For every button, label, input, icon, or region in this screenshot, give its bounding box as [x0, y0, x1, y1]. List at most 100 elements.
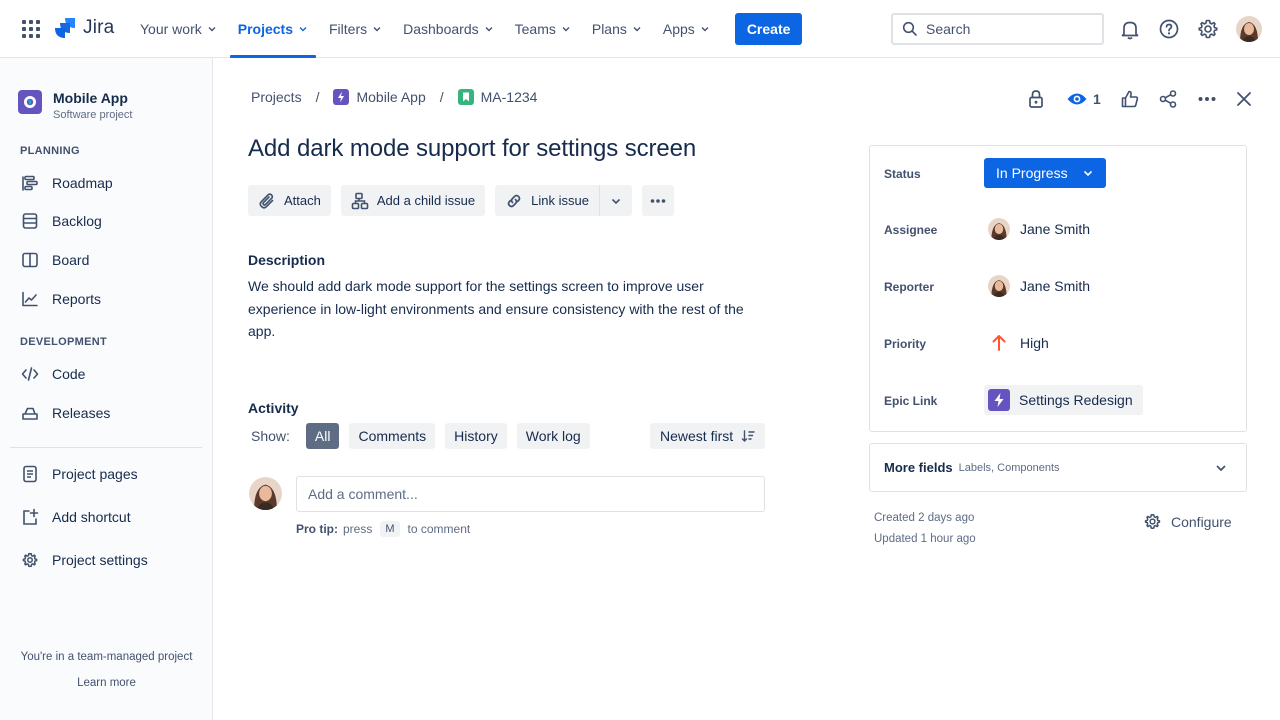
sort-label: Newest first — [660, 428, 734, 444]
bell-icon[interactable] — [1118, 17, 1142, 41]
nav-label: Dashboards — [403, 21, 479, 37]
add-child-issue-button[interactable]: Add a child issue — [340, 185, 486, 216]
create-button[interactable]: Create — [734, 13, 803, 45]
status-dropdown[interactable]: In Progress — [984, 158, 1106, 188]
filter-worklog-button[interactable]: Work log — [516, 423, 590, 449]
assignee-field[interactable]: Jane Smith — [988, 218, 1090, 240]
gear-icon[interactable] — [1196, 17, 1220, 41]
page-icon — [23, 465, 37, 483]
breadcrumb-projects[interactable]: Projects — [251, 89, 302, 105]
project-avatar-icon — [18, 90, 42, 114]
sidebar-item-add-shortcut[interactable]: Add shortcut — [10, 501, 202, 533]
description-body[interactable]: We should add dark mode support for the … — [248, 275, 768, 343]
add-shortcut-icon — [23, 508, 39, 525]
configure-button[interactable]: Configure — [1143, 512, 1232, 531]
nav-dashboards[interactable]: Dashboards — [395, 0, 502, 58]
sidebar-item-releases[interactable]: Releases — [10, 397, 202, 429]
status-value: In Progress — [996, 165, 1068, 181]
nav-label: Teams — [514, 21, 556, 37]
more-horizontal-icon[interactable] — [1196, 88, 1218, 110]
attach-label: Attach — [284, 193, 321, 208]
sidebar-item-label: Add shortcut — [52, 509, 131, 525]
search-input[interactable] — [926, 21, 1096, 37]
nav-label: Apps — [662, 21, 695, 37]
gear-icon — [22, 552, 38, 568]
attach-button[interactable]: Attach — [248, 185, 331, 216]
sidebar-item-code[interactable]: Code — [10, 358, 202, 390]
epic-icon — [988, 389, 1010, 411]
breadcrumb-separator: / — [439, 89, 444, 105]
breadcrumb-label: MA-1234 — [480, 89, 538, 105]
eye-icon — [1067, 93, 1087, 105]
priority-field[interactable]: High — [988, 333, 1049, 353]
nav-your-work[interactable]: Your work — [132, 0, 225, 58]
more-actions-button[interactable] — [641, 185, 674, 216]
sidebar-item-roadmap[interactable]: Roadmap — [10, 167, 202, 199]
sidebar-item-reports[interactable]: Reports — [10, 283, 202, 315]
nav-apps[interactable]: Apps — [655, 0, 718, 58]
sidebar-divider — [10, 447, 202, 448]
chevron-down-icon — [299, 27, 307, 32]
reporter-field[interactable]: Jane Smith — [988, 275, 1090, 297]
gear-icon — [1144, 514, 1161, 529]
sidebar-item-board[interactable]: Board — [10, 244, 202, 276]
like-icon[interactable] — [1119, 88, 1141, 110]
search-box[interactable] — [891, 13, 1104, 45]
close-icon[interactable] — [1233, 88, 1255, 110]
breadcrumb: Projects / Mobile App / MA-1234 — [251, 89, 537, 105]
top-navigation: Jira Your work Projects Filters Dashboar… — [0, 0, 1280, 58]
lock-icon[interactable] — [1025, 88, 1047, 110]
breadcrumb-project[interactable]: Mobile App — [333, 89, 426, 105]
user-avatar — [249, 477, 282, 510]
status-label: Status — [884, 167, 921, 181]
watchers-button[interactable]: 1 — [1066, 88, 1101, 110]
nav-teams[interactable]: Teams — [507, 0, 579, 58]
activity-filter-row: Show: All Comments History Work log — [251, 423, 590, 449]
chevron-down-icon — [1083, 170, 1092, 177]
watchers-count: 1 — [1093, 91, 1101, 107]
jira-logo[interactable]: Jira — [55, 16, 114, 40]
nav-label: Filters — [329, 21, 368, 37]
reporter-label: Reporter — [884, 280, 935, 294]
show-label: Show: — [251, 428, 290, 444]
help-icon[interactable] — [1157, 17, 1181, 41]
reports-icon — [22, 291, 38, 307]
share-icon[interactable] — [1157, 88, 1179, 110]
sidebar-item-backlog[interactable]: Backlog — [10, 205, 202, 237]
code-icon — [21, 367, 39, 381]
learn-more-link[interactable]: Learn more — [0, 677, 213, 689]
link-issue-dropdown[interactable] — [600, 185, 632, 216]
search-icon — [902, 21, 917, 36]
link-issue-label: Link issue — [531, 193, 589, 208]
project-header[interactable]: Mobile App Software project — [18, 90, 132, 121]
filter-all-button[interactable]: All — [305, 423, 340, 449]
comment-input[interactable] — [296, 476, 765, 512]
activity-heading: Activity — [248, 400, 299, 416]
app-switcher-icon[interactable] — [21, 19, 41, 39]
jira-logo-text: Jira — [83, 17, 115, 38]
link-issue-button[interactable]: Link issue — [495, 185, 599, 216]
nav-projects[interactable]: Projects — [229, 0, 317, 58]
assignee-avatar — [988, 218, 1010, 240]
epic-link-value[interactable]: Settings Redesign — [984, 385, 1143, 415]
profile-avatar[interactable] — [1236, 16, 1262, 42]
sidebar-item-label: Board — [52, 252, 90, 268]
issue-title[interactable]: Add dark mode support for settings scree… — [248, 135, 696, 163]
breadcrumb-issue-key[interactable]: MA-1234 — [457, 89, 538, 105]
sidebar-item-project-settings[interactable]: Project settings — [10, 544, 202, 576]
sidebar-item-project-pages[interactable]: Project pages — [10, 458, 202, 490]
filter-history-button[interactable]: History — [445, 423, 507, 449]
sort-order-button[interactable]: Newest first — [650, 423, 766, 449]
chevron-down-icon — [611, 198, 621, 204]
filter-comments-button[interactable]: Comments — [349, 423, 436, 449]
nav-plans[interactable]: Plans — [584, 0, 650, 58]
details-panel: Status In Progress Assignee Jane Smith R… — [869, 145, 1247, 432]
more-fields-section[interactable]: More fields Labels, Components — [869, 443, 1247, 492]
priority-high-icon — [988, 333, 1010, 353]
sort-icon — [741, 430, 755, 442]
pro-tip: Pro tip: press M to comment — [296, 521, 470, 537]
more-fields-subtitle: Labels, Components — [958, 461, 1060, 474]
nav-filters[interactable]: Filters — [321, 0, 390, 58]
add-child-label: Add a child issue — [376, 193, 476, 208]
assignee-name: Jane Smith — [1020, 221, 1091, 237]
